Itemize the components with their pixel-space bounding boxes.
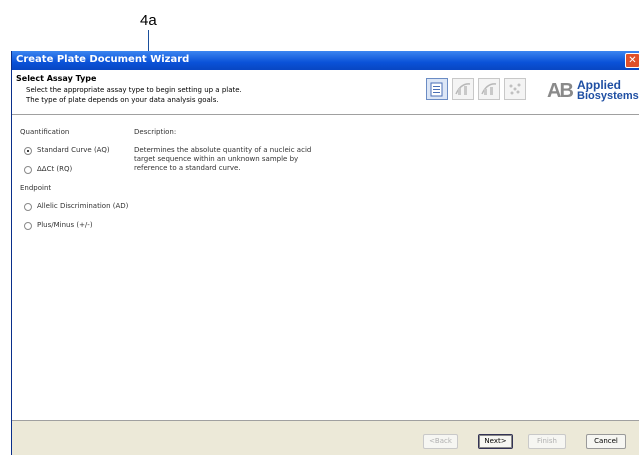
plate-document-icon	[426, 78, 448, 100]
window-title: Create Plate Document Wizard	[16, 54, 190, 65]
quantification-group-label: Quantification	[20, 128, 70, 136]
description-label: Description:	[134, 128, 177, 136]
title-bar: Create Plate Document Wizard ✕	[12, 51, 639, 70]
header-instruction-2: The type of plate depends on your data a…	[26, 96, 219, 104]
radio-plus-minus[interactable]	[24, 222, 32, 230]
radio-standard-curve[interactable]	[24, 147, 32, 155]
callout-label-4a: 4a	[140, 12, 157, 29]
header-instruction-1: Select the appropriate assay type to beg…	[26, 86, 242, 94]
assay-selection-panel: Quantification Standard Curve (AQ) ΔΔCt …	[12, 115, 639, 420]
finish-button[interactable]: Finish	[528, 434, 566, 449]
description-text-2: target sequence within an unknown sample…	[134, 155, 299, 163]
wizard-footer: <Back Next> Finish Cancel	[12, 420, 639, 455]
radio-allelic-discrimination[interactable]	[24, 203, 32, 211]
logo-mark: AB	[547, 80, 574, 102]
next-button[interactable]: Next>	[478, 434, 513, 449]
description-text-3: reference to a standard curve.	[134, 164, 241, 172]
radio-label-standard-curve[interactable]: Standard Curve (AQ)	[37, 146, 110, 154]
cancel-button[interactable]: Cancel	[586, 434, 626, 449]
description-text-1: Determines the absolute quantity of a nu…	[134, 146, 312, 154]
assay-icon-1	[452, 78, 474, 100]
close-button[interactable]: ✕	[625, 53, 639, 68]
wizard-window: Create Plate Document Wizard ✕ Select As…	[11, 51, 639, 455]
radio-label-plus-minus[interactable]: Plus/Minus (+/-)	[37, 221, 93, 229]
radio-label-allelic-discrimination[interactable]: Allelic Discrimination (AD)	[37, 202, 128, 210]
endpoint-group-label: Endpoint	[20, 184, 52, 192]
assay-icon-3	[504, 78, 526, 100]
wizard-header: Select Assay Type Select the appropriate…	[12, 70, 639, 115]
back-button[interactable]: <Back	[423, 434, 458, 449]
assay-icon-2	[478, 78, 500, 100]
radio-ddct[interactable]	[24, 166, 32, 174]
radio-label-ddct[interactable]: ΔΔCt (RQ)	[37, 165, 72, 173]
logo-text-2: Biosystems	[577, 90, 639, 102]
close-icon: ✕	[628, 55, 637, 66]
page-title: Select Assay Type	[16, 74, 97, 83]
